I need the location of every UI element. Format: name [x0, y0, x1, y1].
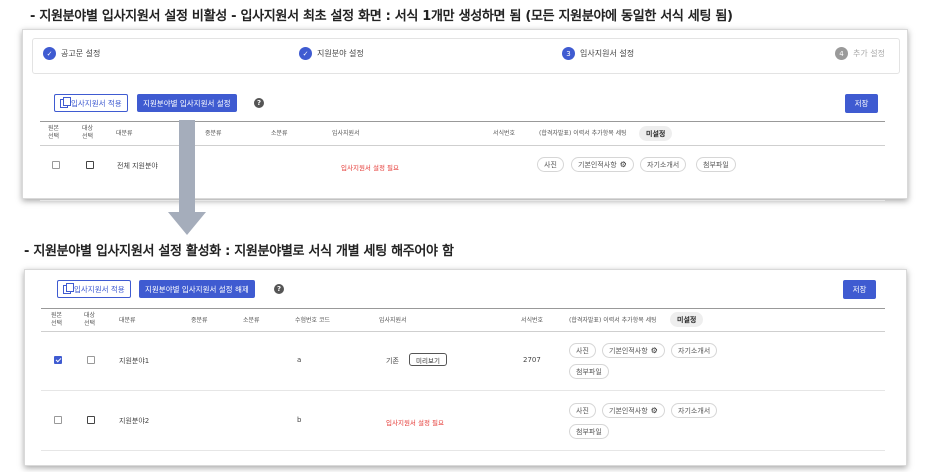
header-middle: 중분류: [191, 317, 208, 324]
header-original-select: 원본 선택: [51, 312, 63, 327]
copy-icon: [60, 96, 71, 108]
gear-icon[interactable]: ⚙: [620, 160, 627, 169]
category-cell: 전체 지원분야: [117, 162, 158, 170]
step-label: 추가 설정: [853, 49, 885, 58]
caption-top: - 지원분야별 입사지원서 설정 비활성 - 입사지원서 최초 설정 화면 : …: [30, 9, 733, 24]
gear-icon[interactable]: ⚙: [651, 346, 658, 355]
header-minor: 소분류: [271, 130, 288, 137]
panel-after: 입사지원서 적용 지원분야별 입사지원서 설정 해제 ? 저장 원본 선택 대상 선…: [24, 269, 907, 466]
unset-badge[interactable]: 미설정: [639, 126, 673, 141]
step-extra[interactable]: 4 추가 설정: [835, 47, 885, 60]
chip-attachment[interactable]: 첨부파일: [569, 424, 609, 439]
header-middle: 중분류: [205, 130, 222, 137]
category-cell: 지원분야2: [119, 417, 150, 425]
target-select-checkbox[interactable]: [87, 356, 95, 364]
gear-icon[interactable]: ⚙: [651, 406, 658, 415]
chip-basic-info[interactable]: 기본인적사항 ⚙: [602, 343, 665, 358]
copy-icon: [63, 282, 74, 294]
target-select-checkbox[interactable]: [87, 416, 95, 424]
header-major: 대분류: [116, 130, 133, 137]
chip-cover-letter[interactable]: 자기소개서: [671, 343, 718, 358]
apply-form-button[interactable]: 입사지원서 적용: [57, 280, 131, 298]
check-icon: ✓: [43, 47, 56, 60]
header-extra-items: (합격자발표) 이력서 추가항목 세팅: [569, 317, 657, 324]
help-icon[interactable]: ?: [274, 284, 284, 294]
header-target-select: 대상 선택: [82, 125, 94, 140]
header-form-no: 서식번호: [521, 317, 544, 324]
table-header-bottom: [40, 145, 885, 146]
original-select-checkbox[interactable]: [52, 161, 60, 169]
chip-cover-letter[interactable]: 자기소개서: [640, 157, 687, 172]
apply-form-button[interactable]: 입사지원서 적용: [54, 94, 128, 112]
step-field[interactable]: ✓ 지원분야 설정: [299, 47, 364, 60]
form-label-cell: 기존: [386, 357, 399, 365]
form-status-cell: 입사지원서 설정 필요: [341, 164, 399, 172]
header-original-select: 원본 선택: [48, 125, 60, 140]
chip-attachment[interactable]: 첨부파일: [569, 364, 609, 379]
exam-code-cell: b: [297, 416, 302, 424]
step-notice[interactable]: ✓ 공고문 설정: [43, 47, 100, 60]
down-arrow-icon: [168, 120, 206, 235]
help-icon[interactable]: ?: [254, 98, 264, 108]
target-select-checkbox[interactable]: [86, 161, 94, 169]
step-application[interactable]: 3 입사지원서 설정: [562, 47, 634, 60]
row-divider: [41, 450, 885, 451]
table-header-top: [41, 308, 885, 309]
exam-code-cell: a: [297, 356, 302, 364]
check-icon: ✓: [299, 47, 312, 60]
chip-attachment[interactable]: 첨부파일: [696, 157, 736, 172]
header-exam-code: 수험번호 코드: [295, 317, 331, 324]
step-number: 3: [562, 47, 575, 60]
unset-badge[interactable]: 미설정: [670, 312, 704, 327]
chip-basic-info[interactable]: 기본인적사항 ⚙: [602, 403, 665, 418]
header-extra-items: (합격자발표) 이력서 추가항목 세팅: [539, 130, 627, 137]
table-header-bottom: [41, 331, 885, 332]
field-form-setting-button[interactable]: 지원분야별 입사지원서 설정: [137, 94, 237, 112]
form-status-cell: 입사지원서 설정 필요: [386, 419, 444, 427]
header-minor: 소분류: [243, 317, 260, 324]
stepper: ✓ 공고문 설정 ✓ 지원분야 설정 3 입사지원서 설정 4 추가 설정: [32, 38, 900, 74]
step-label: 공고문 설정: [61, 49, 101, 58]
header-form: 입사지원서: [332, 130, 360, 137]
original-select-checkbox[interactable]: [54, 416, 62, 424]
original-select-checkbox[interactable]: [54, 356, 62, 364]
header-target-select: 대상 선택: [84, 312, 96, 327]
row-divider: [41, 390, 885, 391]
chip-photo[interactable]: 사진: [537, 157, 564, 172]
step-number: 4: [835, 47, 848, 60]
category-cell: 지원분야1: [119, 357, 150, 365]
panel-before: ✓ 공고문 설정 ✓ 지원분야 설정 3 입사지원서 설정 4 추가 설정 입사…: [22, 29, 908, 201]
chip-basic-info[interactable]: 기본인적사항 ⚙: [571, 157, 634, 172]
preview-button[interactable]: 미리보기: [409, 353, 447, 366]
step-label: 지원분야 설정: [317, 49, 364, 58]
step-label: 입사지원서 설정: [580, 49, 635, 58]
header-form-no: 서식번호: [493, 130, 516, 137]
header-major: 대분류: [119, 317, 136, 324]
field-form-setting-off-button[interactable]: 지원분야별 입사지원서 설정 해제: [139, 280, 255, 298]
chip-photo[interactable]: 사진: [569, 403, 596, 418]
table-header-top: [40, 121, 885, 122]
chip-photo[interactable]: 사진: [569, 343, 596, 358]
save-button[interactable]: 저장: [845, 94, 878, 113]
header-form: 입사지원서: [379, 317, 407, 324]
caption-bottom: - 지원분야별 입사지원서 설정 활성화 : 지원분야별로 서식 개별 세팅 해…: [24, 244, 454, 259]
row-divider: [40, 200, 885, 201]
chip-cover-letter[interactable]: 자기소개서: [671, 403, 718, 418]
form-no-cell: 2707: [523, 356, 541, 364]
save-button[interactable]: 저장: [843, 280, 876, 299]
